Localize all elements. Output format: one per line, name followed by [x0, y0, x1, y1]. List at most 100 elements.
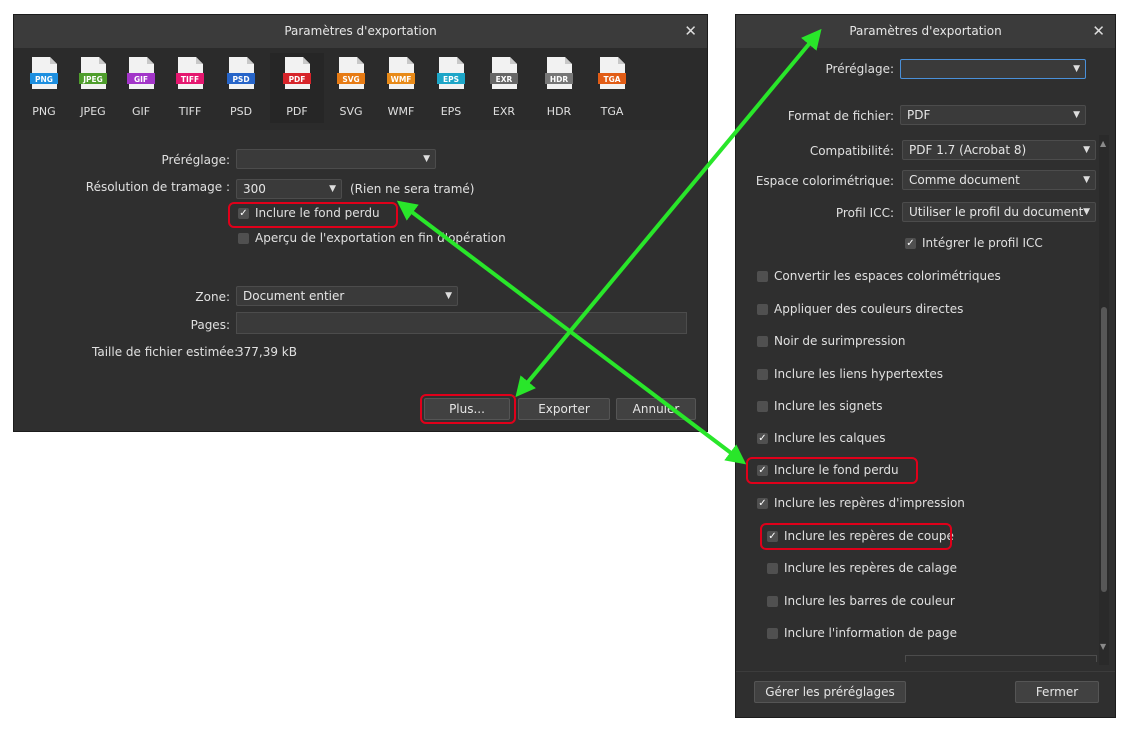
- svg-text:PDF: PDF: [289, 75, 306, 84]
- format-svg-button[interactable]: SVG SVG: [324, 53, 378, 123]
- checkmark-icon: ✓: [238, 207, 249, 219]
- pages-label: Pages:: [190, 318, 230, 332]
- icc-profile-dropdown[interactable]: Utiliser le profil du document ▼: [902, 202, 1096, 222]
- preset-dropdown[interactable]: ▼: [236, 149, 436, 169]
- file-format-dropdown[interactable]: PDF ▼: [900, 105, 1086, 125]
- estimated-filesize-label: Taille de fichier estimée:: [92, 345, 239, 359]
- format-label: SVG: [339, 105, 363, 118]
- file-exr-icon: EXR: [490, 57, 518, 89]
- convert-colorspaces-checkbox[interactable]: Convertir les espaces colorimétriques: [757, 269, 1001, 283]
- format-label: WMF: [387, 105, 415, 118]
- close-icon[interactable]: ✕: [1092, 15, 1105, 48]
- embed-icc-checkbox[interactable]: ✓ Intégrer le profil ICC: [905, 236, 1043, 250]
- scroll-up-icon[interactable]: ▲: [1100, 139, 1106, 148]
- file-svg-icon: SVG: [337, 57, 365, 89]
- file-psd-icon: PSD: [227, 57, 255, 89]
- bleed-checkbox[interactable]: ✓ Inclure le fond perdu: [757, 463, 899, 477]
- spot-colors-checkbox[interactable]: Appliquer des couleurs directes: [757, 302, 963, 316]
- svg-text:PSD: PSD: [232, 75, 249, 84]
- preset-label: Préréglage:: [161, 153, 230, 167]
- format-label: TIFF: [178, 105, 202, 118]
- layers-checkbox[interactable]: ✓ Inclure les calques: [757, 431, 885, 445]
- format-label: HDR: [546, 105, 572, 118]
- dialog-title: Paramètres d'exportation: [849, 24, 1002, 38]
- include-bleed-checkbox[interactable]: ✓ Inclure le fond perdu: [238, 206, 380, 220]
- format-pdf-button[interactable]: PDF PDF: [270, 53, 324, 123]
- checkmark-icon: ✓: [767, 530, 778, 542]
- checkmark-icon: ✓: [757, 464, 768, 476]
- title-bar: Paramètres d'exportation ✕: [736, 15, 1115, 48]
- pages-input[interactable]: [236, 312, 687, 334]
- chevron-down-icon: ▼: [445, 291, 452, 301]
- format-tiff-button[interactable]: TIFF TIFF: [163, 53, 217, 123]
- scroll-down-icon[interactable]: ▼: [1100, 642, 1106, 651]
- format-psd-button[interactable]: PSD PSD: [214, 53, 268, 123]
- preview-after-export-checkbox[interactable]: Aperçu de l'exportation en fin d'opérati…: [238, 231, 506, 245]
- close-button[interactable]: Fermer: [1015, 681, 1099, 703]
- chevron-down-icon: ▼: [329, 184, 336, 194]
- format-eps-button[interactable]: EPS EPS: [424, 53, 478, 123]
- compatibility-label: Compatibilité:: [809, 144, 894, 158]
- format-gif-button[interactable]: GIF GIF: [114, 53, 168, 123]
- format-png-button[interactable]: PNG PNG: [17, 53, 71, 123]
- format-label: JPEG: [80, 105, 106, 118]
- colorspace-dropdown[interactable]: Comme document ▼: [902, 170, 1096, 190]
- chevron-down-icon: ▼: [1083, 207, 1090, 217]
- file-wmf-icon: WMF: [387, 57, 415, 89]
- cancel-button[interactable]: Annuler: [616, 398, 696, 420]
- file-gif-icon: GIF: [127, 57, 155, 89]
- raster-resolution-dropdown[interactable]: 300 ▼: [236, 179, 342, 199]
- svg-text:EPS: EPS: [443, 75, 459, 84]
- format-label: PNG: [32, 105, 56, 118]
- format-wmf-button[interactable]: WMF WMF: [374, 53, 428, 123]
- partial-dropdown: [905, 655, 1097, 662]
- chevron-down-icon: ▼: [1083, 145, 1090, 155]
- raster-note: (Rien ne sera tramé): [350, 182, 475, 196]
- hyperlinks-checkbox[interactable]: Inclure les liens hypertextes: [757, 367, 943, 381]
- export-dialog-more: Paramètres d'exportation ✕ Préréglage: ▼…: [735, 14, 1116, 718]
- print-marks-checkbox[interactable]: ✓ Inclure les repères d'impression: [757, 496, 965, 510]
- svg-text:TGA: TGA: [603, 75, 620, 84]
- scrollbar-thumb[interactable]: [1101, 307, 1107, 592]
- chevron-down-icon: ▼: [423, 154, 430, 164]
- chevron-down-icon: ▼: [1073, 110, 1080, 120]
- format-label: TGA: [600, 105, 624, 118]
- color-bars-checkbox[interactable]: Inclure les barres de couleur: [767, 594, 955, 608]
- format-toolbar: PNG PNG JPEG JPEG GIF GIF TIFF TIFF PSD PSD PDF PDF…: [14, 48, 707, 130]
- overprint-black-checkbox[interactable]: Noir de surimpression: [757, 334, 905, 348]
- more-button[interactable]: Plus...: [424, 398, 510, 420]
- area-label: Zone:: [195, 290, 230, 304]
- close-icon[interactable]: ✕: [684, 15, 697, 48]
- area-dropdown[interactable]: Document entier ▼: [236, 286, 458, 306]
- export-button[interactable]: Exporter: [518, 398, 610, 420]
- export-dialog-main: Paramètres d'exportation ✕ PNG PNG JPEG JPE…: [13, 14, 708, 432]
- colorspace-label: Espace colorimétrique:: [755, 174, 894, 188]
- svg-text:GIF: GIF: [134, 75, 148, 84]
- icc-profile-label: Profil ICC:: [835, 206, 894, 220]
- checkmark-icon: ✓: [757, 432, 768, 444]
- chevron-down-icon: ▼: [1083, 175, 1090, 185]
- compatibility-dropdown[interactable]: PDF 1.7 (Acrobat 8) ▼: [902, 140, 1096, 160]
- format-label: PDF: [286, 105, 308, 118]
- svg-text:HDR: HDR: [550, 75, 569, 84]
- format-label: GIF: [131, 105, 151, 118]
- dialog-title: Paramètres d'exportation: [284, 24, 437, 38]
- format-label: EPS: [440, 105, 462, 118]
- estimated-filesize-value: 377,39 kB: [236, 345, 297, 359]
- crop-marks-checkbox[interactable]: ✓ Inclure les repères de coupe: [767, 529, 954, 543]
- raster-resolution-label: Résolution de tramage :: [85, 180, 230, 194]
- format-hdr-button[interactable]: HDR HDR: [532, 53, 586, 123]
- format-tga-button[interactable]: TGA TGA: [585, 53, 639, 123]
- file-jpeg-icon: JPEG: [79, 57, 107, 89]
- file-hdr-icon: HDR: [545, 57, 573, 89]
- file-png-icon: PNG: [30, 57, 58, 89]
- format-jpeg-button[interactable]: JPEG JPEG: [66, 53, 120, 123]
- manage-presets-button[interactable]: Gérer les préréglages: [754, 681, 906, 703]
- registration-marks-checkbox[interactable]: Inclure les repères de calage: [767, 561, 957, 575]
- page-info-checkbox[interactable]: Inclure l'information de page: [767, 626, 957, 640]
- checkmark-icon: ✓: [757, 497, 768, 509]
- preset-dropdown[interactable]: ▼: [900, 59, 1086, 79]
- svg-text:PNG: PNG: [35, 75, 53, 84]
- bookmarks-checkbox[interactable]: Inclure les signets: [757, 399, 882, 413]
- format-exr-button[interactable]: EXR EXR: [477, 53, 531, 123]
